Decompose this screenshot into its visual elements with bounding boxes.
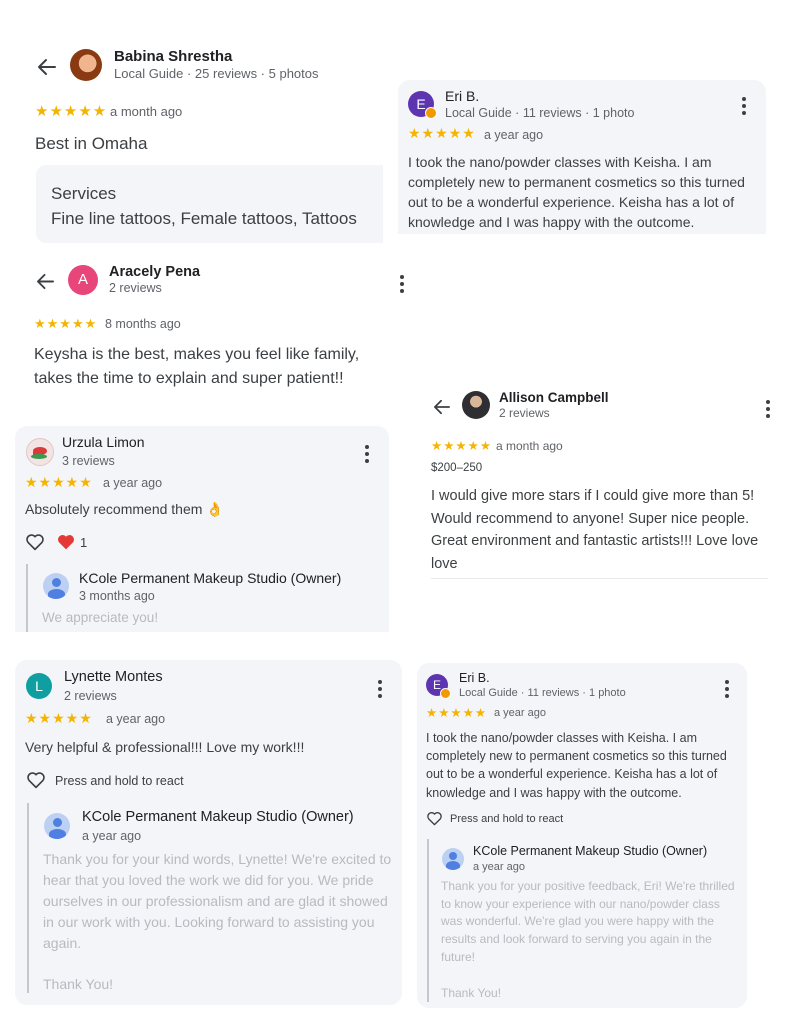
- avatar[interactable]: [462, 391, 490, 419]
- more-options-icon[interactable]: [740, 97, 748, 118]
- back-arrow-icon[interactable]: [36, 273, 55, 290]
- owner-reply-text: We appreciate you!: [42, 610, 159, 625]
- reviewer-meta: 2 reviews: [109, 281, 162, 295]
- more-options-icon[interactable]: [764, 400, 772, 421]
- review-urzula: Urzula Limon 3 reviews ★★★★★ a year ago …: [15, 426, 389, 632]
- reviewer-meta: 3 reviews: [62, 454, 115, 468]
- review-text: I would give more stars if I could give …: [431, 488, 759, 572]
- heart-outline-icon[interactable]: [426, 811, 443, 826]
- reply-bar: [427, 839, 429, 1002]
- owner-reply-time: 3 months ago: [79, 589, 155, 603]
- more-options-icon[interactable]: [363, 445, 371, 466]
- heart-outline-icon[interactable]: [25, 533, 45, 551]
- owner-name[interactable]: KCole Permanent Makeup Studio (Owner): [473, 844, 707, 858]
- review-eri-bottom: E Eri B. Local Guide · 11 reviews · 1 ph…: [417, 663, 747, 1008]
- reply-bar: [26, 564, 28, 632]
- reviewer-name[interactable]: Allison Campbell: [499, 390, 609, 405]
- services-title: Services: [51, 184, 117, 203]
- review-eri-top: E Eri B. Local Guide · 11 reviews · 1 ph…: [398, 80, 766, 234]
- owner-avatar[interactable]: [44, 813, 70, 839]
- star-rating: ★★★★★: [34, 316, 98, 331]
- react-label[interactable]: Press and hold to react: [450, 813, 563, 825]
- avatar[interactable]: L: [26, 673, 52, 699]
- more-options-icon[interactable]: [723, 680, 731, 701]
- star-rating: ★★★★★: [25, 710, 93, 726]
- owner-reply-signoff: Thank You!: [43, 976, 114, 992]
- star-rating: ★★★★★: [35, 103, 108, 120]
- review-text: Absolutely recommend them 👌: [25, 501, 224, 517]
- review-time: a year ago: [494, 707, 546, 719]
- review-time: a year ago: [106, 712, 166, 726]
- owner-reply-time: a year ago: [473, 861, 525, 873]
- more-options-icon[interactable]: [376, 680, 384, 701]
- reviewer-meta: Local Guide · 11 reviews · 1 photo: [445, 106, 635, 120]
- owner-reply-signoff: Thank You!: [441, 986, 502, 1000]
- owner-avatar[interactable]: [43, 573, 69, 599]
- star-rating: ★★★★★: [408, 125, 476, 141]
- reviewer-name[interactable]: Babina Shrestha: [114, 48, 232, 65]
- review-text: Best in Omaha: [35, 134, 148, 153]
- owner-reply-text: Thank you for your positive feedback, Er…: [441, 879, 735, 964]
- reviewer-meta: Local Guide · 25 reviews · 5 photos: [114, 66, 319, 81]
- review-time: a month ago: [110, 104, 183, 119]
- red-heart-icon[interactable]: [56, 533, 76, 551]
- review-text: I took the nano/powder classes with Keis…: [408, 154, 745, 230]
- services-box: Services Fine line tattoos, Female tatto…: [36, 165, 383, 243]
- review-time: 8 months ago: [105, 317, 181, 331]
- reply-bar: [27, 803, 29, 993]
- review-time: a year ago: [484, 128, 544, 142]
- reviewer-name[interactable]: Urzula Limon: [62, 434, 144, 450]
- heart-outline-icon[interactable]: [26, 771, 46, 789]
- react-label[interactable]: Press and hold to react: [55, 774, 184, 788]
- reviewer-name[interactable]: Eri B.: [445, 88, 479, 104]
- more-options-icon[interactable]: [398, 275, 406, 296]
- owner-reply-text: Thank you for your kind words, Lynette! …: [43, 851, 392, 951]
- reviewer-name[interactable]: Eri B.: [459, 671, 490, 685]
- reviewer-meta: 2 reviews: [499, 406, 550, 420]
- owner-avatar[interactable]: [442, 848, 464, 870]
- reviewer-meta: 2 reviews: [64, 689, 117, 703]
- review-time: a year ago: [103, 476, 163, 490]
- divider: [431, 578, 768, 579]
- review-text: Keysha is the best, makes you feel like …: [34, 346, 360, 387]
- avatar[interactable]: [70, 49, 102, 81]
- price-range: $200–250: [431, 462, 483, 474]
- back-arrow-icon[interactable]: [37, 58, 57, 76]
- local-guide-badge-icon: [440, 688, 451, 699]
- owner-name[interactable]: KCole Permanent Makeup Studio (Owner): [82, 809, 354, 825]
- star-rating: ★★★★★: [25, 474, 93, 490]
- owner-name[interactable]: KCole Permanent Makeup Studio (Owner): [79, 570, 341, 586]
- review-lynette: L Lynette Montes 2 reviews ★★★★★ a year …: [15, 660, 402, 1005]
- review-time: a month ago: [496, 439, 563, 453]
- reviewer-name[interactable]: Aracely Pena: [109, 264, 200, 280]
- avatar[interactable]: [26, 438, 54, 466]
- back-arrow-icon[interactable]: [433, 399, 451, 415]
- services-text: Fine line tattoos, Female tattoos, Tatto…: [51, 209, 357, 228]
- reviewer-meta: Local Guide · 11 reviews · 1 photo: [459, 687, 626, 699]
- owner-reply-time: a year ago: [82, 829, 142, 843]
- leaf-icon: [31, 454, 47, 459]
- star-rating: ★★★★★: [426, 706, 488, 720]
- reviewer-name[interactable]: Lynette Montes: [64, 669, 163, 685]
- local-guide-badge-icon: [425, 107, 437, 119]
- avatar[interactable]: A: [68, 265, 98, 295]
- review-text: Very helpful & professional!!! Love my w…: [25, 739, 305, 755]
- reaction-count: 1: [80, 535, 88, 550]
- star-rating: ★★★★★: [431, 439, 493, 453]
- review-text: I took the nano/powder classes with Keis…: [426, 731, 727, 800]
